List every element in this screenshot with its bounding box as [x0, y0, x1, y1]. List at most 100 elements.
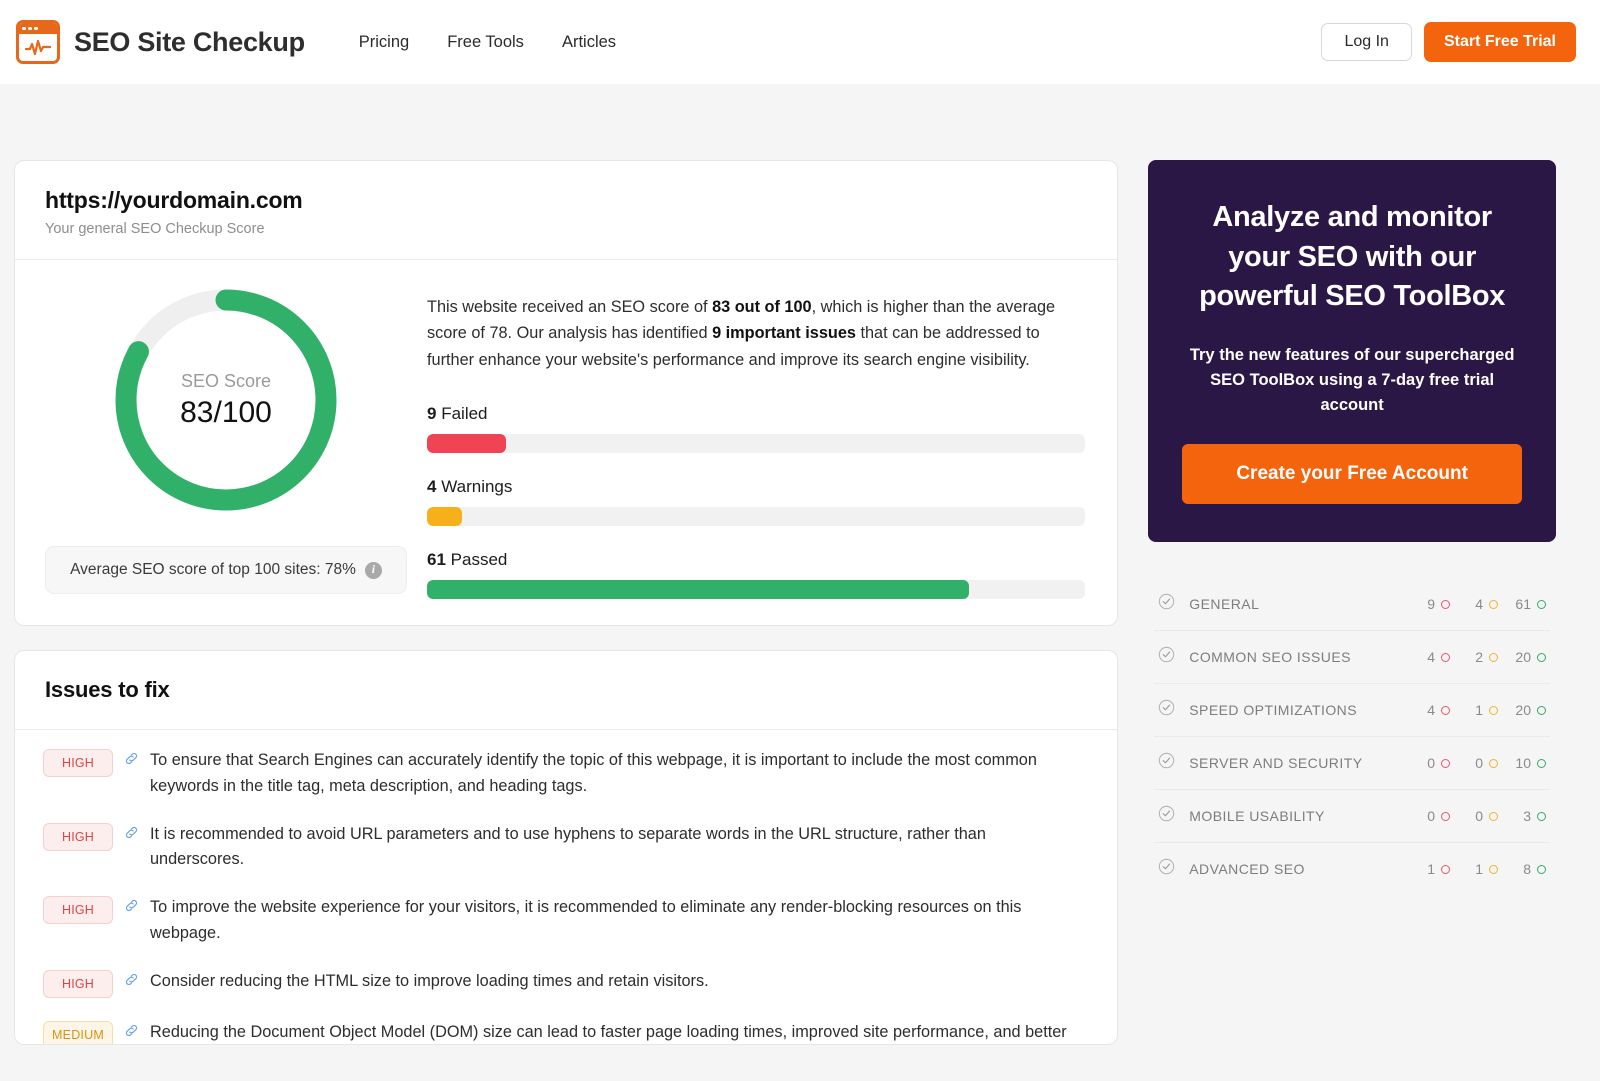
category-warnings-count: 2 [1450, 649, 1498, 665]
status-ring-icon [1489, 864, 1498, 874]
seo-score-card: https://yourdomain.com Your general SEO … [14, 160, 1119, 627]
count-number: 8 [1523, 861, 1531, 878]
warnings-bar-label: 4 Warnings [427, 477, 1087, 497]
count-number: 0 [1427, 755, 1435, 772]
category-passed-count: 20 [1498, 649, 1546, 665]
issue-row: HIGH It is recommended to avoid URL param… [43, 822, 1101, 873]
create-free-account-button[interactable]: Create your Free Account [1182, 444, 1522, 505]
result-bars: 9 Failed 4 Warnings 61 Passed [427, 404, 1087, 600]
status-ring-icon [1441, 811, 1450, 821]
failed-label: Failed [441, 404, 488, 424]
count-number: 1 [1475, 861, 1483, 878]
warnings-label: Warnings [441, 477, 513, 497]
category-counts: 0 0 3 [1402, 808, 1546, 824]
category-passed-count: 8 [1498, 861, 1546, 877]
category-row[interactable]: SERVER AND SECURITY 0 0 10 [1154, 737, 1550, 791]
count-number: 20 [1515, 649, 1531, 666]
category-summary-list: GENERAL 9 4 61 COMMON SEO ISSUES 4 2 20 SPEED OP… [1148, 578, 1556, 895]
issues-card-header: Issues to fix [15, 651, 1118, 731]
count-number: 61 [1515, 596, 1531, 613]
check-circle-icon [1158, 646, 1175, 668]
count-number: 4 [1475, 596, 1483, 613]
category-name: COMMON SEO ISSUES [1189, 649, 1351, 666]
summary-score-highlight: 83 out of 100 [712, 298, 812, 316]
category-failed-count: 0 [1402, 808, 1450, 824]
category-passed-count: 3 [1498, 808, 1546, 824]
link-icon[interactable] [124, 898, 139, 917]
category-passed-count: 10 [1498, 755, 1546, 771]
link-icon[interactable] [124, 825, 139, 844]
link-icon[interactable] [124, 1023, 139, 1042]
category-name: SERVER AND SECURITY [1189, 755, 1363, 772]
category-warnings-count: 0 [1450, 808, 1498, 824]
category-row[interactable]: GENERAL 9 4 61 [1154, 578, 1550, 632]
status-ring-icon [1489, 705, 1498, 715]
category-passed-count: 61 [1498, 596, 1546, 612]
category-row[interactable]: MOBILE USABILITY 0 0 3 [1154, 790, 1550, 844]
status-ring-icon [1489, 811, 1498, 821]
category-warnings-count: 1 [1450, 702, 1498, 718]
status-ring-icon [1537, 864, 1546, 874]
status-ring-icon [1441, 599, 1450, 609]
check-circle-icon [1158, 858, 1175, 880]
category-counts: 4 1 20 [1402, 702, 1546, 718]
issues-title: Issues to fix [45, 677, 170, 703]
status-ring-icon [1537, 758, 1546, 768]
link-icon[interactable] [124, 751, 139, 770]
category-passed-count: 20 [1498, 702, 1546, 718]
promo-panel: Analyze and monitor your SEO with our po… [1148, 160, 1556, 543]
passed-bar-label: 61 Passed [427, 550, 1087, 570]
status-ring-icon [1537, 811, 1546, 821]
count-number: 10 [1515, 755, 1531, 772]
count-number: 1 [1475, 702, 1483, 719]
passed-bar-track [427, 580, 1085, 600]
nav-item-pricing[interactable]: Pricing [359, 33, 409, 52]
login-button[interactable]: Log In [1321, 23, 1412, 61]
main-nav: Pricing Free Tools Articles [359, 33, 616, 52]
count-number: 0 [1427, 808, 1435, 825]
issue-row: HIGH Consider reducing the HTML size to i… [43, 969, 1101, 998]
check-circle-icon [1158, 805, 1175, 827]
status-ring-icon [1441, 652, 1450, 662]
link-icon[interactable] [124, 972, 139, 991]
info-icon[interactable]: i [364, 561, 382, 579]
score-stats-column: This website received an SEO score of 83… [417, 284, 1097, 600]
count-number: 20 [1515, 702, 1531, 719]
brand-name: SEO Site Checkup [74, 26, 305, 57]
issue-row: MEDIUM Reducing the Document Object Model… [43, 1020, 1101, 1045]
issues-list[interactable]: HIGH To ensure that Search Engines can ac… [15, 730, 1117, 1045]
category-failed-count: 4 [1402, 649, 1450, 665]
warnings-bar-track [427, 507, 1085, 527]
score-summary-text: This website received an SEO score of 83… [427, 294, 1087, 373]
count-number: 0 [1475, 808, 1483, 825]
status-ring-icon [1441, 705, 1450, 715]
severity-badge: HIGH [43, 822, 113, 851]
sidebar-column: Analyze and monitor your SEO with our po… [1148, 160, 1556, 895]
brand-logo[interactable]: SEO Site Checkup [16, 20, 305, 64]
warnings-count: 4 [427, 477, 437, 497]
issue-text: To improve the website experience for yo… [150, 898, 1022, 942]
start-free-trial-button[interactable]: Start Free Trial [1423, 22, 1576, 62]
failed-bar-fill [427, 434, 506, 454]
category-row[interactable]: SPEED OPTIMIZATIONS 4 1 20 [1154, 684, 1550, 738]
failed-bar-track [427, 434, 1085, 454]
status-ring-icon [1537, 652, 1546, 662]
issue-row: HIGH To ensure that Search Engines can ac… [43, 748, 1101, 799]
nav-item-free-tools[interactable]: Free Tools [447, 33, 524, 52]
failed-bar-group: 9 Failed [427, 404, 1087, 454]
severity-badge: HIGH [43, 749, 113, 778]
main-column: https://yourdomain.com Your general SEO … [14, 160, 1119, 1046]
category-failed-count: 4 [1402, 702, 1450, 718]
status-ring-icon [1441, 758, 1450, 768]
category-counts: 9 4 61 [1402, 596, 1546, 612]
browser-pulse-icon [16, 20, 60, 64]
nav-item-articles[interactable]: Articles [562, 33, 616, 52]
status-ring-icon [1489, 599, 1498, 609]
passed-bar-group: 61 Passed [427, 550, 1087, 600]
category-warnings-count: 0 [1450, 755, 1498, 771]
count-number: 1 [1427, 861, 1435, 878]
category-warnings-count: 4 [1450, 596, 1498, 612]
warnings-bar-group: 4 Warnings [427, 477, 1087, 527]
category-row[interactable]: COMMON SEO ISSUES 4 2 20 [1154, 631, 1550, 685]
category-row[interactable]: ADVANCED SEO 1 1 8 [1154, 843, 1550, 895]
